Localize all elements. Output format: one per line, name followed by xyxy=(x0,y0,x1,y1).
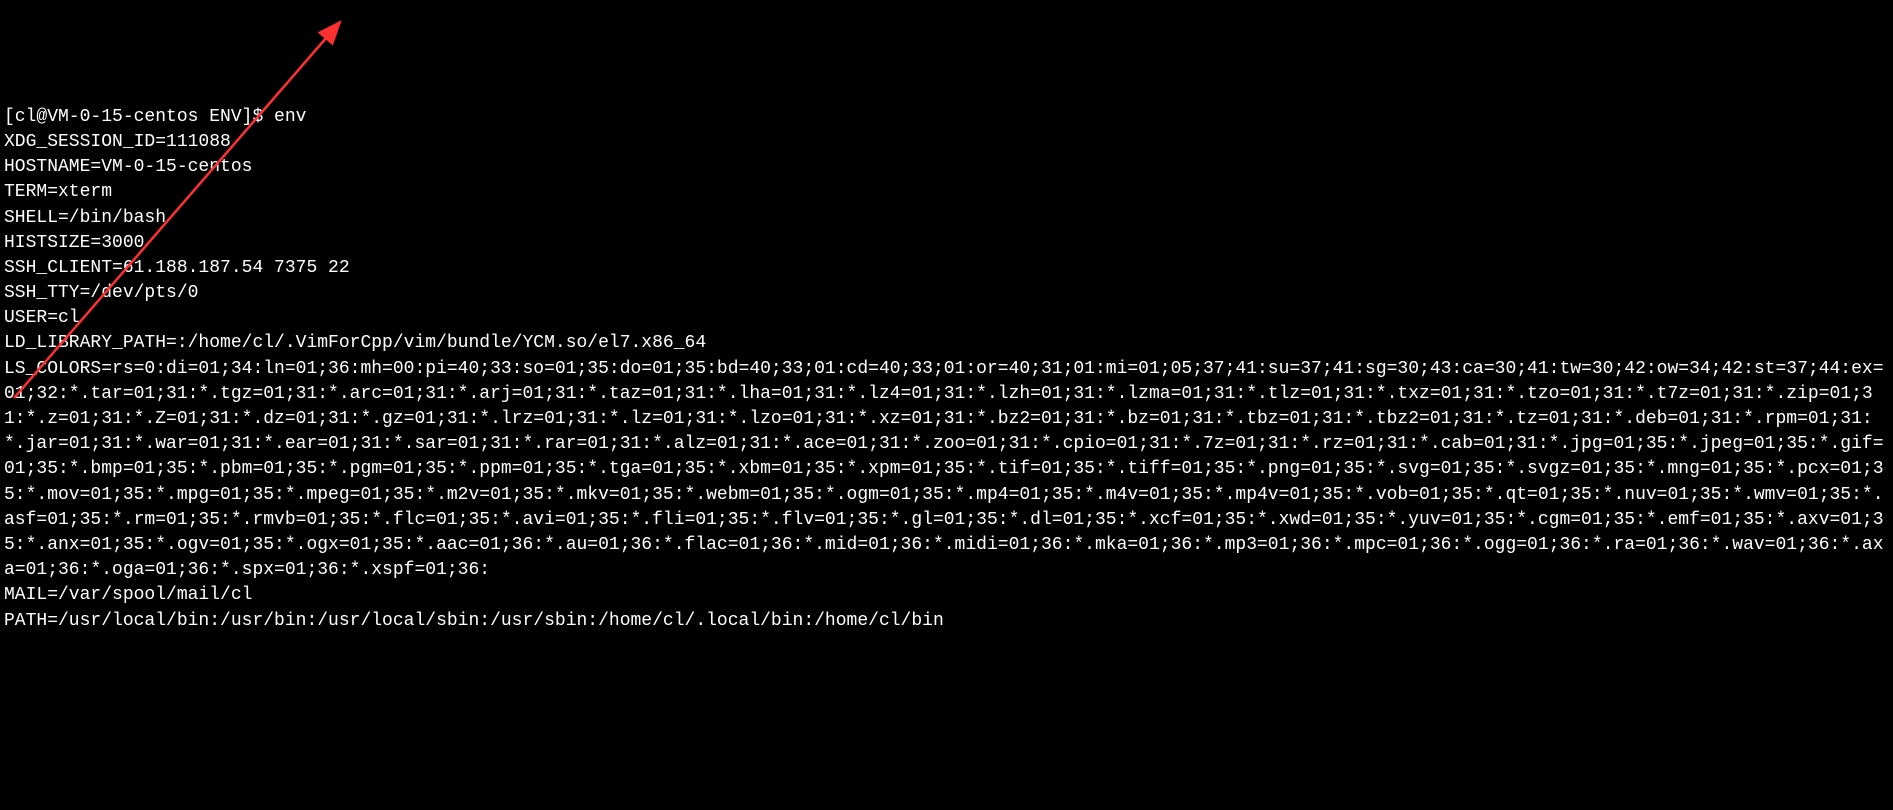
env-line: MAIL=/var/spool/mail/cl xyxy=(4,583,1889,608)
env-line: SSH_CLIENT=61.188.187.54 7375 22 xyxy=(4,256,1889,281)
env-line: SSH_TTY=/dev/pts/0 xyxy=(4,281,1889,306)
env-line: TERM=xterm xyxy=(4,180,1889,205)
prompt-line: [cl@VM-0-15-centos ENV]$ env xyxy=(4,105,1889,130)
env-line: PATH=/usr/local/bin:/usr/bin:/usr/local/… xyxy=(4,609,1889,634)
env-line: HISTSIZE=3000 xyxy=(4,231,1889,256)
env-line: SHELL=/bin/bash xyxy=(4,206,1889,231)
env-line: XDG_SESSION_ID=111088 xyxy=(4,130,1889,155)
env-line: HOSTNAME=VM-0-15-centos xyxy=(4,155,1889,180)
env-line: LD_LIBRARY_PATH=:/home/cl/.VimForCpp/vim… xyxy=(4,331,1889,356)
env-line: LS_COLORS=rs=0:di=01;34:ln=01;36:mh=00:p… xyxy=(4,357,1889,584)
env-line: USER=cl xyxy=(4,306,1889,331)
shell-prompt: [cl@VM-0-15-centos ENV]$ xyxy=(4,107,274,127)
terminal-output[interactable]: [cl@VM-0-15-centos ENV]$ envXDG_SESSION_… xyxy=(4,105,1889,634)
typed-command: env xyxy=(274,107,306,127)
